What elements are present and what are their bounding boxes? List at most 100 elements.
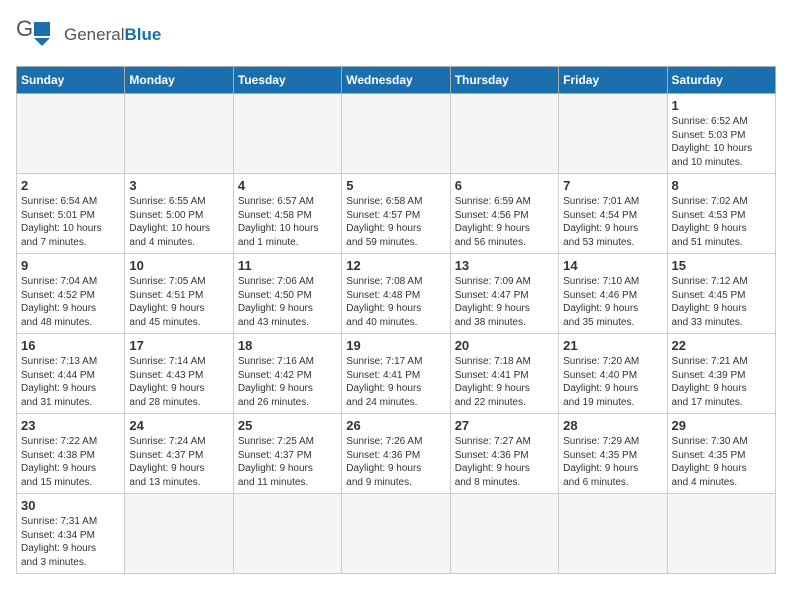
day-cell: 5 Sunrise: 6:58 AM Sunset: 4:57 PM Daylig… bbox=[342, 174, 450, 254]
day-number: 7 bbox=[563, 178, 662, 193]
page-header: G GeneralBlue bbox=[16, 16, 776, 54]
day-cell bbox=[450, 494, 558, 574]
header-saturday: Saturday bbox=[667, 67, 775, 94]
day-number: 14 bbox=[563, 258, 662, 273]
day-info: Sunrise: 7:17 AM Sunset: 4:41 PM Dayligh… bbox=[346, 355, 445, 409]
day-cell bbox=[342, 94, 450, 174]
day-info: Sunrise: 6:54 AM Sunset: 5:01 PM Dayligh… bbox=[21, 195, 120, 249]
logo: G GeneralBlue bbox=[16, 16, 161, 54]
week-row-3: 16 Sunrise: 7:13 AM Sunset: 4:44 PM Dayli… bbox=[17, 334, 776, 414]
day-number: 6 bbox=[455, 178, 554, 193]
day-cell bbox=[559, 94, 667, 174]
day-info: Sunrise: 7:02 AM Sunset: 4:53 PM Dayligh… bbox=[672, 195, 771, 249]
day-info: Sunrise: 6:58 AM Sunset: 4:57 PM Dayligh… bbox=[346, 195, 445, 249]
day-number: 17 bbox=[129, 338, 228, 353]
day-info: Sunrise: 7:27 AM Sunset: 4:36 PM Dayligh… bbox=[455, 435, 554, 489]
day-info: Sunrise: 7:25 AM Sunset: 4:37 PM Dayligh… bbox=[238, 435, 337, 489]
day-cell: 15 Sunrise: 7:12 AM Sunset: 4:45 PM Dayli… bbox=[667, 254, 775, 334]
day-cell: 8Sunrise: 7:02 AM Sunset: 4:53 PM Daylig… bbox=[667, 174, 775, 254]
day-cell bbox=[17, 94, 125, 174]
day-cell: 26 Sunrise: 7:26 AM Sunset: 4:36 PM Dayli… bbox=[342, 414, 450, 494]
day-cell: 11Sunrise: 7:06 AM Sunset: 4:50 PM Dayli… bbox=[233, 254, 341, 334]
day-cell: 20 Sunrise: 7:18 AM Sunset: 4:41 PM Dayli… bbox=[450, 334, 558, 414]
day-cell: 4 Sunrise: 6:57 AM Sunset: 4:58 PM Daylig… bbox=[233, 174, 341, 254]
day-number: 27 bbox=[455, 418, 554, 433]
day-cell bbox=[233, 94, 341, 174]
day-cell: 1 Sunrise: 6:52 AM Sunset: 5:03 PM Daylig… bbox=[667, 94, 775, 174]
day-info: Sunrise: 7:05 AM Sunset: 4:51 PM Dayligh… bbox=[129, 275, 228, 329]
day-number: 9 bbox=[21, 258, 120, 273]
day-info: Sunrise: 7:14 AM Sunset: 4:43 PM Dayligh… bbox=[129, 355, 228, 409]
day-cell: 3Sunrise: 6:55 AM Sunset: 5:00 PM Daylig… bbox=[125, 174, 233, 254]
day-number: 26 bbox=[346, 418, 445, 433]
day-cell: 28 Sunrise: 7:29 AM Sunset: 4:35 PM Dayli… bbox=[559, 414, 667, 494]
calendar-table: SundayMondayTuesdayWednesdayThursdayFrid… bbox=[16, 66, 776, 574]
header-tuesday: Tuesday bbox=[233, 67, 341, 94]
week-row-5: 30 Sunrise: 7:31 AM Sunset: 4:34 PM Dayli… bbox=[17, 494, 776, 574]
day-info: Sunrise: 6:55 AM Sunset: 5:00 PM Dayligh… bbox=[129, 195, 228, 249]
day-number: 30 bbox=[21, 498, 120, 513]
day-info: Sunrise: 7:06 AM Sunset: 4:50 PM Dayligh… bbox=[238, 275, 337, 329]
day-info: Sunrise: 7:20 AM Sunset: 4:40 PM Dayligh… bbox=[563, 355, 662, 409]
day-number: 16 bbox=[21, 338, 120, 353]
day-cell: 24Sunrise: 7:24 AM Sunset: 4:37 PM Dayli… bbox=[125, 414, 233, 494]
day-cell bbox=[342, 494, 450, 574]
day-info: Sunrise: 7:04 AM Sunset: 4:52 PM Dayligh… bbox=[21, 275, 120, 329]
day-info: Sunrise: 6:59 AM Sunset: 4:56 PM Dayligh… bbox=[455, 195, 554, 249]
day-info: Sunrise: 7:18 AM Sunset: 4:41 PM Dayligh… bbox=[455, 355, 554, 409]
day-cell: 14 Sunrise: 7:10 AM Sunset: 4:46 PM Dayli… bbox=[559, 254, 667, 334]
week-row-4: 23Sunrise: 7:22 AM Sunset: 4:38 PM Dayli… bbox=[17, 414, 776, 494]
day-cell: 16 Sunrise: 7:13 AM Sunset: 4:44 PM Dayli… bbox=[17, 334, 125, 414]
day-info: Sunrise: 6:52 AM Sunset: 5:03 PM Dayligh… bbox=[672, 115, 771, 169]
day-number: 18 bbox=[238, 338, 337, 353]
day-info: Sunrise: 7:29 AM Sunset: 4:35 PM Dayligh… bbox=[563, 435, 662, 489]
day-info: Sunrise: 7:16 AM Sunset: 4:42 PM Dayligh… bbox=[238, 355, 337, 409]
week-row-0: 1 Sunrise: 6:52 AM Sunset: 5:03 PM Daylig… bbox=[17, 94, 776, 174]
day-number: 23 bbox=[21, 418, 120, 433]
day-number: 29 bbox=[672, 418, 771, 433]
day-number: 19 bbox=[346, 338, 445, 353]
header-wednesday: Wednesday bbox=[342, 67, 450, 94]
day-info: Sunrise: 7:12 AM Sunset: 4:45 PM Dayligh… bbox=[672, 275, 771, 329]
day-number: 20 bbox=[455, 338, 554, 353]
day-number: 28 bbox=[563, 418, 662, 433]
svg-text:G: G bbox=[16, 16, 33, 41]
day-info: Sunrise: 7:08 AM Sunset: 4:48 PM Dayligh… bbox=[346, 275, 445, 329]
day-info: Sunrise: 7:21 AM Sunset: 4:39 PM Dayligh… bbox=[672, 355, 771, 409]
day-info: Sunrise: 7:31 AM Sunset: 4:34 PM Dayligh… bbox=[21, 515, 120, 569]
day-info: Sunrise: 7:13 AM Sunset: 4:44 PM Dayligh… bbox=[21, 355, 120, 409]
week-row-2: 9 Sunrise: 7:04 AM Sunset: 4:52 PM Daylig… bbox=[17, 254, 776, 334]
day-cell: 7Sunrise: 7:01 AM Sunset: 4:54 PM Daylig… bbox=[559, 174, 667, 254]
day-cell: 27 Sunrise: 7:27 AM Sunset: 4:36 PM Dayli… bbox=[450, 414, 558, 494]
logo-general: General bbox=[64, 25, 124, 44]
day-info: Sunrise: 7:30 AM Sunset: 4:35 PM Dayligh… bbox=[672, 435, 771, 489]
day-cell: 9 Sunrise: 7:04 AM Sunset: 4:52 PM Daylig… bbox=[17, 254, 125, 334]
day-cell: 25Sunrise: 7:25 AM Sunset: 4:37 PM Dayli… bbox=[233, 414, 341, 494]
day-info: Sunrise: 7:10 AM Sunset: 4:46 PM Dayligh… bbox=[563, 275, 662, 329]
day-cell bbox=[233, 494, 341, 574]
day-cell bbox=[450, 94, 558, 174]
day-cell bbox=[667, 494, 775, 574]
day-info: Sunrise: 6:57 AM Sunset: 4:58 PM Dayligh… bbox=[238, 195, 337, 249]
day-cell: 21Sunrise: 7:20 AM Sunset: 4:40 PM Dayli… bbox=[559, 334, 667, 414]
day-cell: 10 Sunrise: 7:05 AM Sunset: 4:51 PM Dayli… bbox=[125, 254, 233, 334]
day-number: 13 bbox=[455, 258, 554, 273]
day-cell: 19 Sunrise: 7:17 AM Sunset: 4:41 PM Dayli… bbox=[342, 334, 450, 414]
day-cell: 6 Sunrise: 6:59 AM Sunset: 4:56 PM Daylig… bbox=[450, 174, 558, 254]
day-number: 5 bbox=[346, 178, 445, 193]
header-row: SundayMondayTuesdayWednesdayThursdayFrid… bbox=[17, 67, 776, 94]
day-cell: 29 Sunrise: 7:30 AM Sunset: 4:35 PM Dayli… bbox=[667, 414, 775, 494]
logo-text-block: GeneralBlue bbox=[64, 25, 161, 45]
day-number: 4 bbox=[238, 178, 337, 193]
day-info: Sunrise: 7:09 AM Sunset: 4:47 PM Dayligh… bbox=[455, 275, 554, 329]
day-number: 24 bbox=[129, 418, 228, 433]
day-number: 15 bbox=[672, 258, 771, 273]
day-cell: 2Sunrise: 6:54 AM Sunset: 5:01 PM Daylig… bbox=[17, 174, 125, 254]
header-thursday: Thursday bbox=[450, 67, 558, 94]
header-friday: Friday bbox=[559, 67, 667, 94]
day-number: 1 bbox=[672, 98, 771, 113]
day-cell: 30 Sunrise: 7:31 AM Sunset: 4:34 PM Dayli… bbox=[17, 494, 125, 574]
day-number: 10 bbox=[129, 258, 228, 273]
day-info: Sunrise: 7:26 AM Sunset: 4:36 PM Dayligh… bbox=[346, 435, 445, 489]
week-row-1: 2Sunrise: 6:54 AM Sunset: 5:01 PM Daylig… bbox=[17, 174, 776, 254]
